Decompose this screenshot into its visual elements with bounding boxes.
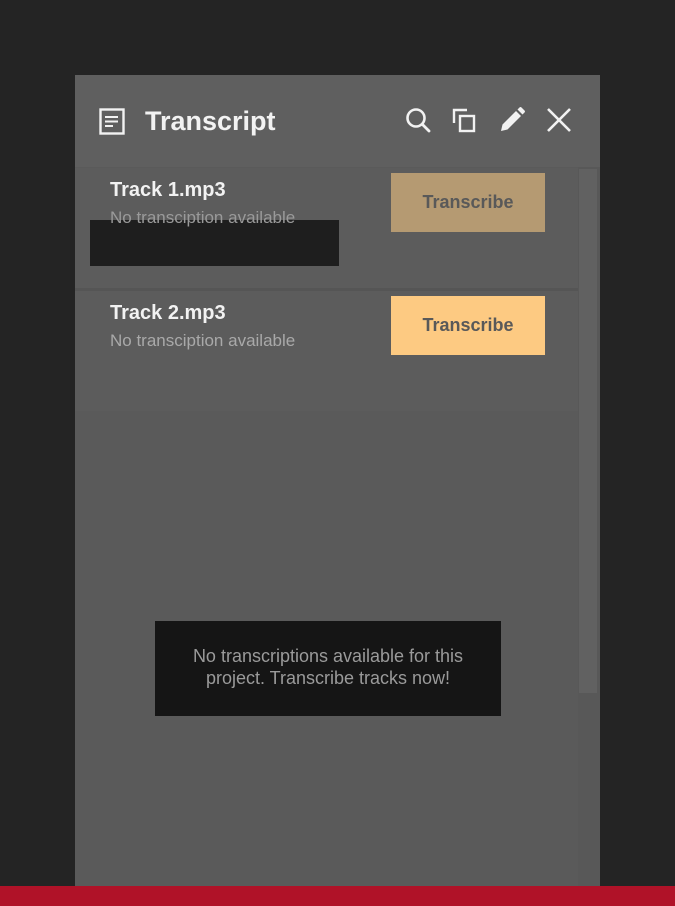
track-status: No transciption available xyxy=(110,331,296,350)
copy-icon[interactable] xyxy=(450,106,478,134)
transcript-panel: Transcript Track 1.mp3 No transciption a… xyxy=(75,75,600,886)
track-name: Track 2.mp3 xyxy=(110,302,226,324)
track-row: Track 1.mp3 No transciption available Tr… xyxy=(75,168,578,288)
empty-state-line: project. Transcribe tracks now! xyxy=(205,668,451,688)
pencil-icon[interactable] xyxy=(498,106,526,134)
panel-header: Transcript xyxy=(75,75,600,167)
scrollbar-thumb[interactable] xyxy=(579,169,597,693)
document-icon xyxy=(99,108,125,135)
track-name: Track 1.mp3 xyxy=(110,179,226,201)
empty-state-line: No transcriptions available for this xyxy=(192,646,464,666)
empty-state-message: No transcriptions available for this pro… xyxy=(155,621,501,716)
transcribe-button[interactable]: Transcribe xyxy=(391,296,545,355)
bottom-status-bar xyxy=(0,886,675,906)
search-icon[interactable] xyxy=(404,106,432,134)
track-status: No transciption available xyxy=(110,208,296,227)
close-icon[interactable] xyxy=(545,106,573,134)
track-row: Track 2.mp3 No transciption available Tr… xyxy=(75,291,578,411)
panel-title: Transcript xyxy=(145,106,276,136)
transcribe-button[interactable]: Transcribe xyxy=(391,173,545,232)
